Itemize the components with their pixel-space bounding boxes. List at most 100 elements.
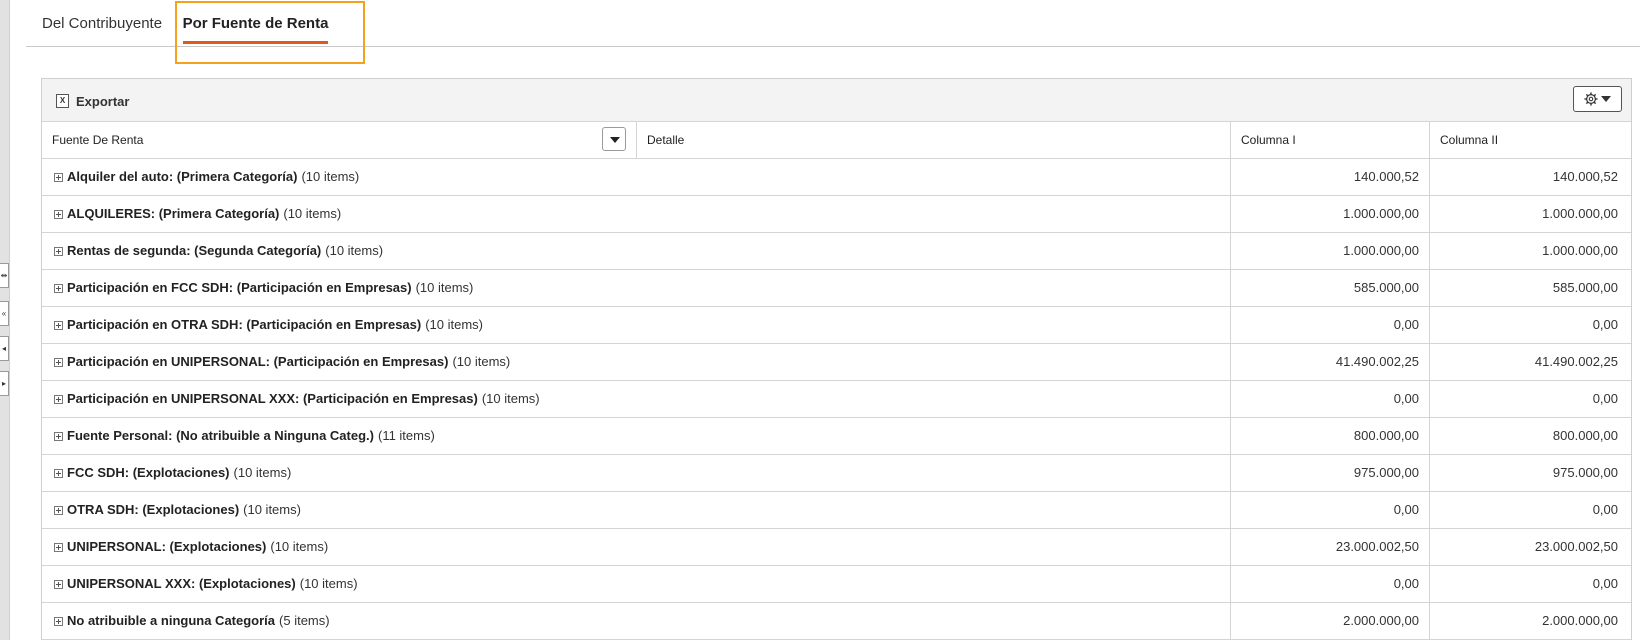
tab-por-fuente-de-renta[interactable]: Por Fuente de Renta (176, 0, 335, 46)
grid-header-row: Fuente De Renta Detalle Columna I Column… (42, 122, 1631, 159)
table-row[interactable]: Participación en UNIPERSONAL: (Participa… (42, 344, 1631, 381)
column-header-detalle[interactable]: Detalle (636, 122, 1230, 158)
table-row[interactable]: Participación en UNIPERSONAL XXX: (Parti… (42, 381, 1631, 418)
table-row[interactable]: OTRA SDH: (Explotaciones) (10 items) 0,0… (42, 492, 1631, 529)
table-row[interactable]: UNIPERSONAL XXX: (Explotaciones) (10 ite… (42, 566, 1631, 603)
expand-icon[interactable] (54, 468, 63, 478)
table-row[interactable]: Rentas de segunda: (Segunda Categoría) (… (42, 233, 1631, 270)
export-button[interactable]: X Exportar (56, 91, 129, 111)
group-cell: Fuente Personal: (No atribuible a Ningun… (42, 418, 1230, 454)
value-columna-i: 23.000.002,50 (1230, 529, 1429, 565)
expand-icon[interactable] (54, 579, 63, 589)
data-grid: X Exportar Fuente De Renta Detalle Colum… (41, 78, 1632, 640)
tab-del-contribuyente[interactable]: Del Contribuyente (42, 0, 162, 46)
group-title: UNIPERSONAL XXX: (Explotaciones) (67, 576, 296, 591)
group-cell: Participación en FCC SDH: (Participación… (42, 270, 1230, 306)
value-columna-i: 1.000.000,00 (1230, 196, 1429, 232)
value-columna-ii: 800.000,00 (1429, 418, 1628, 454)
expand-icon[interactable] (54, 172, 63, 182)
table-row[interactable]: Participación en OTRA SDH: (Participació… (42, 307, 1631, 344)
value-columna-ii: 0,00 (1429, 381, 1628, 417)
group-count: (10 items) (270, 539, 329, 554)
column-header-columna-i[interactable]: Columna I (1230, 122, 1429, 158)
group-cell: FCC SDH: (Explotaciones) (10 items) (42, 455, 1230, 491)
group-title: No atribuible a ninguna Categoría (67, 613, 276, 628)
table-row[interactable]: Participación en FCC SDH: (Participación… (42, 270, 1631, 307)
rewind-icon[interactable]: « (0, 301, 9, 326)
value-columna-i: 0,00 (1230, 381, 1429, 417)
group-cell: No atribuible a ninguna Categoría (5 ite… (42, 603, 1230, 639)
table-row[interactable]: Fuente Personal: (No atribuible a Ningun… (42, 418, 1631, 455)
settings-button[interactable] (1573, 86, 1622, 112)
group-cell: Participación en UNIPERSONAL XXX: (Parti… (42, 381, 1230, 417)
group-cell: Rentas de segunda: (Segunda Categoría) (… (42, 233, 1230, 269)
value-columna-ii: 585.000,00 (1429, 270, 1628, 306)
tab-bar: Del Contribuyente Por Fuente de Renta (26, 0, 1640, 47)
group-count: (10 items) (283, 206, 342, 221)
value-columna-ii: 140.000,52 (1429, 159, 1628, 195)
group-dropdown-button[interactable] (602, 127, 626, 151)
group-cell: UNIPERSONAL XXX: (Explotaciones) (10 ite… (42, 566, 1230, 602)
group-title: FCC SDH: (Explotaciones) (67, 465, 230, 480)
group-count: (10 items) (325, 243, 384, 258)
table-row[interactable]: ALQUILERES: (Primera Categoría) (10 item… (42, 196, 1631, 233)
expand-icon[interactable] (54, 209, 63, 219)
table-row[interactable]: UNIPERSONAL: (Explotaciones) (10 items) … (42, 529, 1631, 566)
group-count: (10 items) (299, 576, 358, 591)
expand-icon[interactable] (54, 431, 63, 441)
group-cell: UNIPERSONAL: (Explotaciones) (10 items) (42, 529, 1230, 565)
expand-icon[interactable] (54, 616, 63, 626)
prev-icon[interactable]: ◂ (0, 336, 9, 361)
table-row[interactable]: No atribuible a ninguna Categoría (5 ite… (42, 603, 1631, 640)
next-icon[interactable]: ▸ (0, 371, 9, 396)
value-columna-i: 585.000,00 (1230, 270, 1429, 306)
active-tab-underline (183, 41, 328, 44)
group-cell: OTRA SDH: (Explotaciones) (10 items) (42, 492, 1230, 528)
table-row[interactable]: Alquiler del auto: (Primera Categoría) (… (42, 159, 1631, 196)
value-columna-i: 975.000,00 (1230, 455, 1429, 491)
group-title: Participación en OTRA SDH: (Participació… (67, 317, 422, 332)
column-header-columna-ii[interactable]: Columna II (1429, 122, 1628, 158)
value-columna-ii: 0,00 (1429, 566, 1628, 602)
value-columna-i: 2.000.000,00 (1230, 603, 1429, 639)
left-splitter-panel: ⇹ « ◂ ▸ (0, 0, 10, 640)
value-columna-ii: 2.000.000,00 (1429, 603, 1628, 639)
expand-icon[interactable] (54, 246, 63, 256)
caret-down-icon (1601, 96, 1611, 102)
value-columna-ii: 0,00 (1429, 307, 1628, 343)
split-icon[interactable]: ⇹ (0, 263, 9, 288)
group-title: Fuente Personal: (No atribuible a Ningun… (67, 428, 374, 443)
group-cell: Participación en UNIPERSONAL: (Participa… (42, 344, 1230, 380)
group-count: (10 items) (481, 391, 540, 406)
value-columna-ii: 1.000.000,00 (1429, 233, 1628, 269)
group-title: Participación en FCC SDH: (Participación… (67, 280, 412, 295)
expand-icon[interactable] (54, 394, 63, 404)
expand-icon[interactable] (54, 320, 63, 330)
value-columna-ii: 0,00 (1429, 492, 1628, 528)
value-columna-i: 0,00 (1230, 307, 1429, 343)
expand-icon[interactable] (54, 283, 63, 293)
group-title: Rentas de segunda: (Segunda Categoría) (67, 243, 322, 258)
group-cell: ALQUILERES: (Primera Categoría) (10 item… (42, 196, 1230, 232)
value-columna-ii: 23.000.002,50 (1429, 529, 1628, 565)
value-columna-i: 1.000.000,00 (1230, 233, 1429, 269)
value-columna-i: 41.490.002,25 (1230, 344, 1429, 380)
group-count: (10 items) (243, 502, 301, 517)
column-header-label: Fuente De Renta (52, 133, 144, 147)
expand-icon[interactable] (54, 542, 63, 552)
tab-label: Por Fuente de Renta (182, 15, 329, 32)
column-header-fuente[interactable]: Fuente De Renta (42, 122, 636, 158)
group-count: (10 items) (415, 280, 474, 295)
group-cell: Participación en OTRA SDH: (Participació… (42, 307, 1230, 343)
value-columna-ii: 41.490.002,25 (1429, 344, 1628, 380)
expand-icon[interactable] (54, 357, 63, 367)
expand-icon[interactable] (54, 505, 63, 515)
table-row[interactable]: FCC SDH: (Explotaciones) (10 items) 975.… (42, 455, 1631, 492)
group-cell: Alquiler del auto: (Primera Categoría) (… (42, 159, 1230, 195)
value-columna-i: 0,00 (1230, 492, 1429, 528)
value-columna-i: 140.000,52 (1230, 159, 1429, 195)
value-columna-ii: 975.000,00 (1429, 455, 1628, 491)
excel-icon: X (56, 94, 69, 108)
group-title: UNIPERSONAL: (Explotaciones) (67, 539, 267, 554)
value-columna-i: 800.000,00 (1230, 418, 1429, 454)
